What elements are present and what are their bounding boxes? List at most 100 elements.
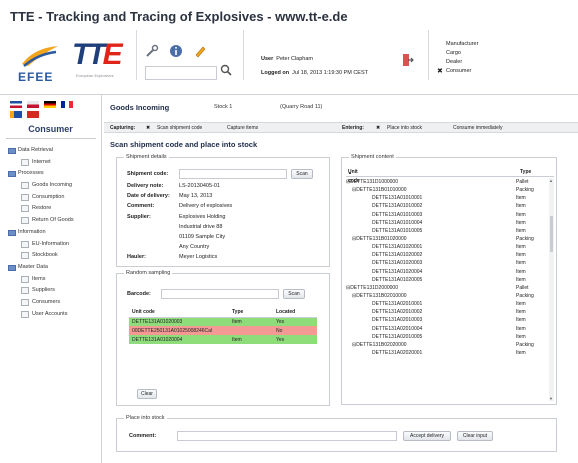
sidebar-item-label: Data Retrieval <box>18 147 53 153</box>
sidebar-item[interactable]: Items <box>8 274 100 286</box>
sidebar-item[interactable]: Consumers <box>8 297 100 309</box>
tree-row[interactable]: DETTE131A02010001 Item <box>346 300 546 308</box>
tree-row[interactable]: DETTE131A01010001 Item <box>346 194 546 202</box>
tree-row[interactable]: DETTE131A02010004 Item <box>346 325 546 333</box>
tree-unit-code: DETTE131A01020002 <box>372 252 423 259</box>
tree-row[interactable]: ⊟DETTE131B01010000 Packing <box>346 186 546 194</box>
capture-items-option[interactable]: Capture items <box>227 123 258 133</box>
col-located[interactable]: Located <box>273 308 317 318</box>
sidebar-group[interactable]: Processes <box>8 168 100 180</box>
logout-icon[interactable] <box>402 53 414 67</box>
tree-unit-code: ⊟DETTE131B01010000 <box>352 187 407 194</box>
info-icon[interactable] <box>169 44 183 58</box>
clear-input-button[interactable]: Clear input <box>457 431 493 441</box>
app-title: TTE - Tracking and Tracing of Explosives… <box>10 9 348 24</box>
accept-delivery-button[interactable]: Accept delivery <box>403 431 451 441</box>
role-dealer[interactable]: Dealer <box>446 58 478 67</box>
sidebar-group[interactable]: Information <box>8 227 100 239</box>
col-type[interactable]: Type <box>229 308 273 318</box>
tree-row[interactable]: DETTE131A01020003 Item <box>346 259 546 267</box>
sidebar-item[interactable]: Return Of Goods <box>8 215 100 227</box>
logged-label: Logged on <box>261 70 290 76</box>
sampling-cell-type <box>229 326 273 335</box>
scroll-down-icon[interactable]: ▼ <box>549 396 553 401</box>
tree-row[interactable]: DETTE131A02020001 Item <box>346 349 546 357</box>
sidebar-item[interactable]: Suppliers <box>8 285 100 297</box>
user-info: User Peter Clapham Logged on Jul 18, 201… <box>261 52 368 80</box>
scroll-up-icon[interactable]: ▲ <box>549 178 553 183</box>
tree-row[interactable]: DETTE131A02010005 Item <box>346 333 546 341</box>
sidebar-item[interactable]: Restore <box>8 203 100 215</box>
enter-consume-option[interactable]: Consume immediately <box>453 123 502 133</box>
sampling-clear-button[interactable]: Clear <box>137 389 157 399</box>
tree-row[interactable]: ⊟DETTE131B02020000 Packing <box>346 341 546 349</box>
search-icon[interactable] <box>220 64 232 79</box>
sidebar-group[interactable]: Master Data <box>8 262 100 274</box>
shipment-scan-button[interactable]: Scan <box>291 169 313 179</box>
tree-unit-code: DETTE131A02010004 <box>372 325 423 332</box>
tree-unit-code: DETTE131A01020005 <box>372 276 423 283</box>
comment-input[interactable] <box>177 431 397 441</box>
flag-ch[interactable] <box>27 111 39 118</box>
barcode-input[interactable] <box>161 289 279 299</box>
tree-row[interactable]: DETTE131A02010003 Item <box>346 316 546 324</box>
scroll-thumb[interactable] <box>550 216 553 252</box>
sidebar-item[interactable]: Stockbook <box>8 250 100 262</box>
role-consumer[interactable]: Consumer <box>446 68 471 74</box>
tools-icon[interactable] <box>145 44 159 58</box>
flag-de[interactable] <box>44 101 56 108</box>
tree-row[interactable]: DETTE131A01020004 Item <box>346 268 546 276</box>
tree-row[interactable]: ⊟DETTE131D1000000 Pallet <box>346 178 546 186</box>
section-title: Scan shipment code and place into stock <box>110 140 258 149</box>
user-name: Peter Clapham <box>276 56 313 62</box>
tree-row[interactable]: DETTE131A01010005 Item <box>346 227 546 235</box>
pencil-icon[interactable] <box>193 44 207 58</box>
language-flags <box>10 101 75 118</box>
role-manufacturer[interactable]: Manufacturer <box>446 40 478 49</box>
header-search-input[interactable] <box>145 66 217 80</box>
sampling-row[interactable]: DETTE131A01020003 Item Yes <box>129 317 317 326</box>
sidebar-item-label: Information <box>18 228 46 235</box>
tree-row[interactable]: DETTE131A01020002 Item <box>346 251 546 259</box>
tree-unit-code: DETTE131A01010001 <box>372 195 423 202</box>
page-title: Goods Incoming <box>110 103 170 112</box>
barcode-scan-button[interactable]: Scan <box>283 289 305 299</box>
flag-fr[interactable] <box>61 101 73 108</box>
tte-logo-subtitle: European Explosives <box>76 73 114 78</box>
tte-logo: TTE European Explosives <box>72 38 126 78</box>
tree-col-type[interactable]: Type <box>520 168 531 177</box>
sidebar-item[interactable]: Internet <box>8 157 100 169</box>
shipment-details-legend: Shipment details <box>124 154 169 160</box>
shipment-content-panel: Shipment content Unit code ▲ Type ⊟DETTE… <box>341 154 557 405</box>
tree-row[interactable]: DETTE131A01020001 Item <box>346 243 546 251</box>
shipment-content-legend: Shipment content <box>349 154 396 160</box>
tree-row[interactable]: DETTE131A01010002 Item <box>346 202 546 210</box>
tree-row[interactable]: DETTE131A01020005 Item <box>346 276 546 284</box>
capture-scan-option[interactable]: Scan shipment code <box>157 123 202 133</box>
breadcrumb: Goods Incoming Stock 1 (Quarry Road 11) <box>110 103 322 112</box>
sidebar-group[interactable]: Data Retrieval <box>8 145 100 157</box>
flag-uk[interactable] <box>10 101 22 108</box>
sampling-row[interactable]: 00DETTE250131A01025008246Cal No <box>129 326 317 335</box>
tree-row[interactable]: DETTE131A01010003 Item <box>346 211 546 219</box>
detail-key: Supplier: <box>127 213 151 220</box>
sort-icon[interactable]: ▲ <box>348 168 352 177</box>
tree-row[interactable]: ⊟DETTE131B02010000 Packing <box>346 292 546 300</box>
tree-row[interactable]: DETTE131A01010004 Item <box>346 219 546 227</box>
shipment-code-input[interactable] <box>179 169 287 179</box>
sampling-row[interactable]: DETTE131A01020004 Item Yes <box>129 335 317 344</box>
flag-pl[interactable] <box>27 101 39 108</box>
enter-place-option[interactable]: Place into stock <box>387 123 422 133</box>
tree-scrollbar[interactable]: ▲ ▼ <box>549 178 554 401</box>
sidebar-item[interactable]: User Accounts <box>8 309 100 321</box>
role-cargo[interactable]: Cargo <box>446 49 478 58</box>
sidebar-item[interactable]: Goods Incoming <box>8 180 100 192</box>
tree-row[interactable]: DETTE131A02010002 Item <box>346 308 546 316</box>
sidebar-item[interactable]: EU-Information <box>8 239 100 251</box>
detail-key: Comment: <box>127 203 155 210</box>
tree-row[interactable]: ⊟DETTE131B01020000 Packing <box>346 235 546 243</box>
sidebar-item[interactable]: Consumption <box>8 192 100 204</box>
flag-se[interactable] <box>10 111 22 118</box>
col-unit-code[interactable]: Unit code <box>129 308 229 318</box>
tree-row[interactable]: ⊟DETTE131D2000000 Pallet <box>346 284 546 292</box>
